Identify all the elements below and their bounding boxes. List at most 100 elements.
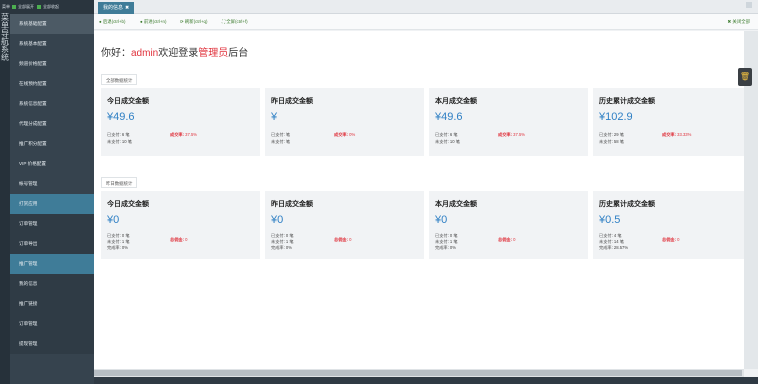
card-unpaid: 未支付: 笔 <box>271 139 291 144</box>
trash-icon[interactable]: 🗑 <box>738 68 752 86</box>
card-completion: 完成率: 28.57% <box>599 245 629 250</box>
app-window: 菜单 全部展开 全部收起 菜 单 导 航 系 统 系统基础配置 系统基本配置 频… <box>0 0 758 384</box>
card-rate: 成交率: 0% <box>334 132 355 138</box>
close-icon[interactable]: ✖ <box>125 5 129 11</box>
card-amount: ¥102.9 <box>599 111 633 123</box>
rate-label: 成交率: <box>498 132 512 137</box>
commission-label: 总佣金: <box>170 237 184 242</box>
card-rate: 成交率: 37.5% <box>170 132 197 138</box>
vertical-nav-strip: 菜 单 导 航 系 统 <box>0 14 10 384</box>
collapse-all-button[interactable]: 全部收起 <box>37 2 59 12</box>
card-commission: 总佣金: 0 <box>334 237 351 243</box>
sidebar-item[interactable]: 系统基本配置 <box>10 34 94 54</box>
rate-label: 成交率: <box>662 132 676 137</box>
collapse-icon <box>37 4 41 9</box>
card-unpaid: 未支付: 10 笔 <box>435 139 460 144</box>
card-unpaid: 未支付: 58 笔 <box>599 139 624 144</box>
card-rate: 成交率: 37.5% <box>498 132 525 138</box>
sidebar-group-promotion[interactable]: 推广管理 <box>10 254 94 274</box>
commission-value: 0 <box>349 237 352 242</box>
sidebar-item[interactable]: 推广链接 <box>10 294 94 314</box>
sidebar-item[interactable]: 订单管理 <box>10 314 94 334</box>
sidebar-group-reward[interactable]: 打赏应用 <box>10 194 94 214</box>
sidebar-item[interactable]: 代理分成配置 <box>10 114 94 134</box>
sidebar-item[interactable]: 帐号管理 <box>10 174 94 194</box>
sidebar-item[interactable]: 订单导出 <box>10 234 94 254</box>
stat-card: 今日成交金额 ¥49.6 已支付: 6 笔 未支付: 10 笔 成交率: 37.… <box>101 88 260 156</box>
scrollbar-thumb[interactable] <box>94 370 742 376</box>
sidebar-item[interactable]: 在线预约配置 <box>10 74 94 94</box>
section-title-all: 全部数据统计 <box>101 74 138 85</box>
close-all-button[interactable]: ✖ 关闭全部 <box>728 14 750 30</box>
dashboard-content: 你好：admin欢迎登录管理员后台 全部数据统计 今日成交金额 ¥49.6 已支… <box>94 31 752 369</box>
card-paid: 已支付: 6 笔 <box>435 132 458 137</box>
sidebar-item[interactable]: 我的信息 <box>10 274 94 294</box>
card-amount: ¥0 <box>107 214 120 226</box>
rate-label: 成交率: <box>334 132 348 137</box>
card-amount: ¥0.5 <box>599 214 621 226</box>
rate-value: 37.5% <box>185 132 198 137</box>
tabbar-scroll-button[interactable] <box>746 2 752 8</box>
tab-label: 我的信息 <box>103 5 124 11</box>
commission-value: 0 <box>185 237 188 242</box>
welcome-middle: 欢迎登录 <box>158 48 199 59</box>
main-area: 我的信息 ✖ ● 后退(ctrl+b) ● 前进(ctrl+n) ⟳ 刷新(ctr… <box>94 0 758 384</box>
stat-card: 今日成交金额 ¥0 已支付: 0 笔 未支付: 1 笔 完成率: 0% 总佣金:… <box>101 191 260 259</box>
commission-label: 总佣金: <box>334 237 348 242</box>
refresh-button[interactable]: ⟳ 刷新(ctrl+q) <box>180 14 207 30</box>
sidebar: 系统基础配置 系统基本配置 频道价格配置 在线预约配置 系统信息配置 代理分成配… <box>10 14 94 384</box>
welcome-suffix: 后台 <box>228 48 249 59</box>
card-commission: 总佣金: 0 <box>170 237 187 243</box>
section-title-yesterday: 昨日数据统计 <box>101 177 138 188</box>
card-title: 历史累计成交金额 <box>599 201 655 208</box>
expand-all-label: 全部展开 <box>18 4 34 9</box>
stat-card: 本月成交金额 ¥49.6 已支付: 6 笔 未支付: 10 笔 成交率: 37.… <box>429 88 588 156</box>
card-unpaid: 未支付: 10 笔 <box>107 139 132 144</box>
card-completion: 完成率: 0% <box>107 245 128 250</box>
card-title: 今日成交金额 <box>107 98 149 105</box>
card-rate: 成交率: 33.33% <box>662 132 691 138</box>
welcome-prefix: 你好： <box>101 48 131 59</box>
horizontal-scrollbar[interactable] <box>94 369 744 377</box>
sidebar-item[interactable]: 订单管理 <box>10 214 94 234</box>
card-title: 昨日成交金额 <box>271 201 313 208</box>
card-amount: ¥0 <box>435 214 448 226</box>
rate-value: 0% <box>349 132 356 137</box>
back-button[interactable]: ● 后退(ctrl+b) <box>99 14 125 30</box>
rate-value: 37.5% <box>513 132 526 137</box>
card-title: 本月成交金额 <box>435 201 477 208</box>
tab-bar: 我的信息 ✖ <box>94 0 758 14</box>
sidebar-item[interactable]: 系统信息配置 <box>10 94 94 114</box>
stat-card: 昨日成交金额 ¥0 已支付: 0 笔 未支付: 1 笔 完成率: 0% 总佣金:… <box>265 191 424 259</box>
menu-label: 菜单 <box>2 4 10 9</box>
sidebar-item[interactable]: 推广积分配置 <box>10 134 94 154</box>
expand-icon <box>12 4 16 9</box>
tab-my-info[interactable]: 我的信息 ✖ <box>98 2 135 14</box>
fullscreen-button[interactable]: ⛶ 全屏(ctrl+f) <box>222 14 248 30</box>
card-amount: ¥49.6 <box>435 111 463 123</box>
sidebar-item[interactable]: 系统基础配置 <box>10 14 94 34</box>
card-amount: ¥0 <box>271 214 284 226</box>
card-title: 本月成交金额 <box>435 98 477 105</box>
toolbar: ● 后退(ctrl+b) ● 前进(ctrl+n) ⟳ 刷新(ctrl+q) ⛶… <box>94 14 758 30</box>
sidebar-item[interactable]: 频道价格配置 <box>10 54 94 74</box>
rate-label: 成交率: <box>170 132 184 137</box>
forward-button[interactable]: ● 前进(ctrl+n) <box>140 14 166 30</box>
expand-all-button[interactable]: 全部展开 <box>12 2 34 12</box>
commission-value: 0 <box>513 237 516 242</box>
sidebar-item[interactable]: 提现管理 <box>10 334 94 354</box>
welcome-message: 你好：admin欢迎登录管理员后台 <box>101 44 248 59</box>
vstrip-char: 统 <box>1 53 9 62</box>
card-paid: 已支付: 笔 <box>271 132 291 137</box>
welcome-role: 管理员 <box>198 48 229 59</box>
rate-value: 33.33% <box>677 132 692 137</box>
card-completion: 完成率: 0% <box>271 245 292 250</box>
card-completion: 完成率: 0% <box>435 245 456 250</box>
commission-value: 0 <box>677 237 680 242</box>
card-amount: ¥49.6 <box>107 111 135 123</box>
commission-label: 总佣金: <box>662 237 676 242</box>
card-commission: 总佣金: 0 <box>498 237 515 243</box>
card-title: 历史累计成交金额 <box>599 98 655 105</box>
card-paid: 已支付: 6 笔 <box>107 132 130 137</box>
sidebar-item[interactable]: VIP 价格配置 <box>10 154 94 174</box>
